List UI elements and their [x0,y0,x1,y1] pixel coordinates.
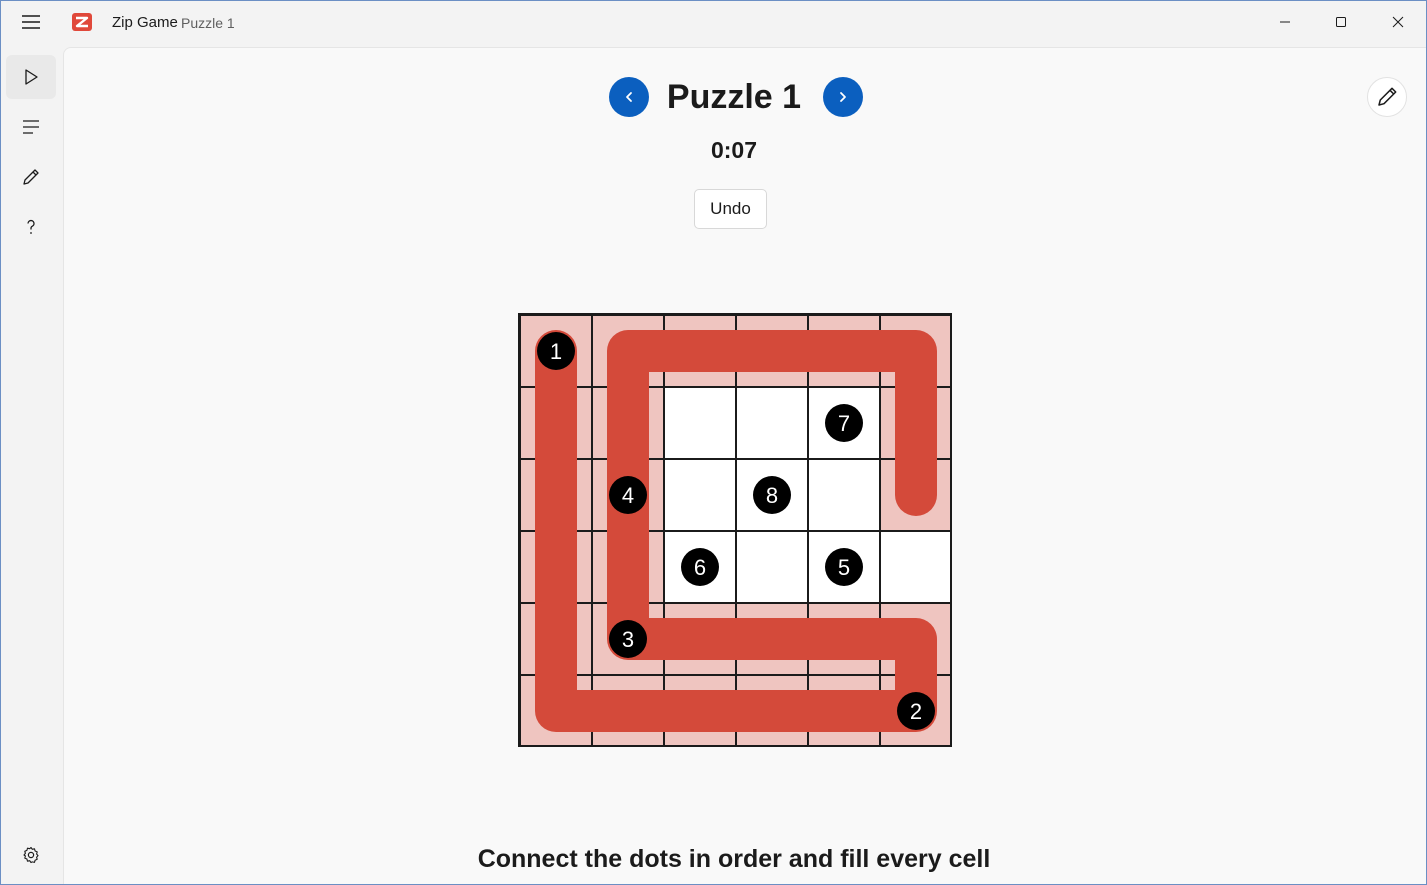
main-content: Puzzle 1 0:07 Undo 1 2 3 4 5 6 7 8 Connect the … [63,47,1426,884]
nav-item-editor[interactable] [6,155,56,199]
nav-item-settings[interactable] [6,833,56,877]
app-name: Zip Game [112,14,178,31]
dot-label: 3 [622,627,634,652]
dot-label: 8 [766,483,778,508]
puzzle-board[interactable]: 1 2 3 4 5 6 7 8 [518,313,952,747]
maximize-button[interactable] [1313,1,1369,43]
list-icon [23,120,39,134]
timer: 0:07 [710,137,758,163]
close-button[interactable] [1370,1,1426,43]
nav-item-play[interactable] [6,55,56,99]
pencil-icon [23,169,39,185]
dot-label: 2 [910,699,922,724]
hamburger-icon [22,15,40,29]
zip-logo-icon [72,13,92,31]
dot-label: 4 [622,483,634,508]
nav-rail [1,45,63,884]
grid-cell[interactable] [663,386,737,460]
play-icon [25,69,38,85]
next-puzzle-button[interactable] [823,77,863,117]
close-icon [1392,16,1404,28]
maximize-icon [1336,17,1346,27]
minimize-button[interactable] [1257,1,1313,43]
app-window: Zip Game Puzzle 1 Puzzle 1 0:07 Undo 1 2… [0,0,1427,885]
edit-puzzle-button[interactable] [1367,77,1407,117]
dot-label: 5 [838,555,850,580]
puzzle-title: Puzzle 1 [666,78,802,116]
app-subtitle: Puzzle 1 [181,15,235,31]
help-icon [27,219,35,234]
grid-cell[interactable] [735,386,809,460]
hamburger-menu-button[interactable] [11,7,51,37]
dot-label: 6 [694,555,706,580]
title-bar: Zip Game Puzzle 1 [1,1,1426,45]
grid-cell[interactable] [663,458,737,532]
nav-item-help[interactable] [6,205,56,249]
grid-cell[interactable] [879,530,952,604]
grid-cell[interactable] [735,530,809,604]
undo-button[interactable]: Undo [694,189,767,229]
grid-cell[interactable] [807,458,881,532]
minimize-icon [1280,21,1290,23]
nav-item-list[interactable] [6,105,56,149]
pencil-icon [1378,87,1397,106]
instruction-text: Connect the dots in order and fill every… [477,845,991,873]
chevron-right-icon [840,92,846,102]
dot-label: 7 [838,411,850,436]
settings-icon [23,846,39,864]
dot-label: 1 [550,339,562,364]
